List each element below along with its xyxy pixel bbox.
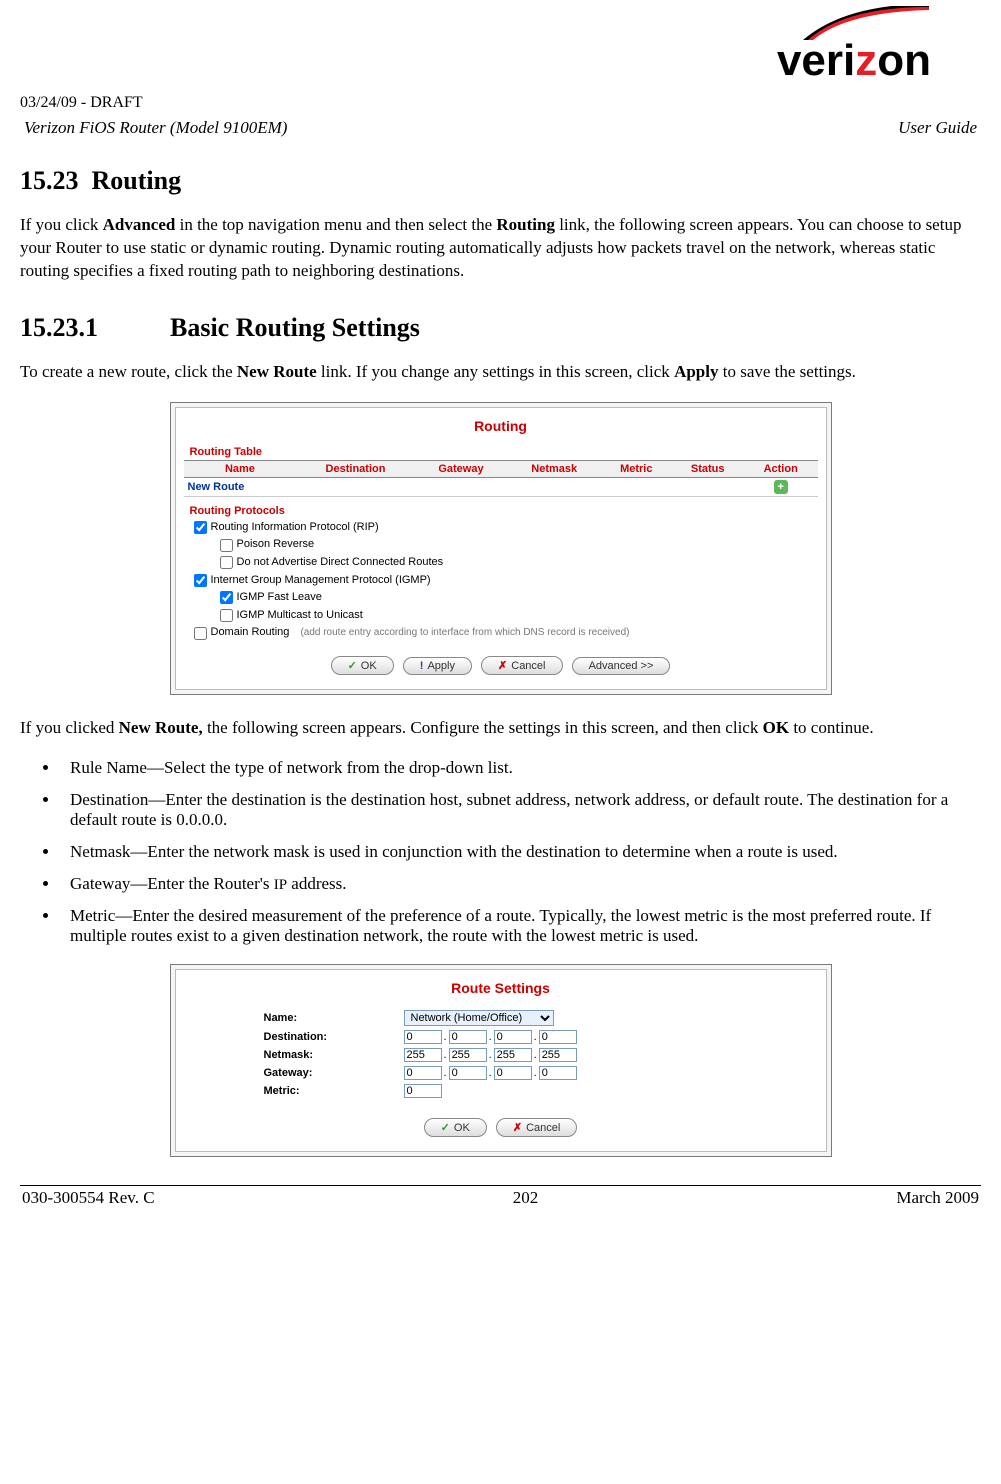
col-status: Status <box>671 460 743 477</box>
ok-button[interactable]: ✓OK <box>331 656 394 675</box>
list-item: Gateway—Enter the Router's IP address. <box>60 874 981 894</box>
domain-routing-checkbox[interactable] <box>194 627 207 640</box>
verizon-swish-icon <box>801 6 931 42</box>
route-settings-screenshot: Route Settings Name: Network (Home/Offic… <box>170 964 832 1157</box>
netmask-octet-4[interactable] <box>539 1048 577 1062</box>
destination-octet-1[interactable] <box>404 1030 442 1044</box>
destination-octet-4[interactable] <box>539 1030 577 1044</box>
cancel-button[interactable]: ✗Cancel <box>481 656 562 675</box>
gateway-octet-1[interactable] <box>404 1066 442 1080</box>
apply-button[interactable]: !Apply <box>403 657 472 675</box>
netmask-label: Netmask: <box>264 1049 404 1061</box>
col-gateway: Gateway <box>415 460 508 477</box>
new-route-link[interactable]: New Route <box>188 481 245 493</box>
table-row: New Route + <box>184 477 818 496</box>
gateway-octet-4[interactable] <box>539 1066 577 1080</box>
ok-button[interactable]: ✓OK <box>424 1118 487 1137</box>
subsection-heading: 15.23.1Basic Routing Settings <box>20 313 981 343</box>
rip-checkbox[interactable] <box>194 521 207 534</box>
routing-table-heading: Routing Table <box>190 446 818 458</box>
rip-label: Routing Information Protocol (RIP) <box>211 519 379 537</box>
fastleave-label: IGMP Fast Leave <box>237 589 322 607</box>
igmp-mc2uc-checkbox[interactable] <box>220 609 233 622</box>
section-intro: If you click Advanced in the top navigat… <box>20 214 981 283</box>
section-heading: 15.23 Routing <box>20 166 981 196</box>
add-icon[interactable]: + <box>774 480 788 494</box>
col-netmask: Netmask <box>507 460 601 477</box>
col-metric: Metric <box>601 460 671 477</box>
destination-octet-3[interactable] <box>494 1030 532 1044</box>
footer-divider <box>20 1185 981 1186</box>
draft-line: 03/24/09 - DRAFT <box>20 94 981 112</box>
doc-type: User Guide <box>898 118 977 138</box>
list-item: Netmask—Enter the network mask is used i… <box>60 842 981 862</box>
name-label: Name: <box>264 1012 404 1024</box>
destination-octet-2[interactable] <box>449 1030 487 1044</box>
mc2uc-label: IGMP Multicast to Unicast <box>237 607 363 625</box>
poison-reverse-checkbox[interactable] <box>220 539 233 552</box>
footer-left: 030-300554 Rev. C <box>22 1188 155 1208</box>
igmp-label: Internet Group Management Protocol (IGMP… <box>211 572 431 590</box>
netmask-octet-2[interactable] <box>449 1048 487 1062</box>
list-item: Metric—Enter the desired measurement of … <box>60 906 981 946</box>
footer-right: March 2009 <box>896 1188 979 1208</box>
gateway-octet-3[interactable] <box>494 1066 532 1080</box>
dnac-checkbox[interactable] <box>220 556 233 569</box>
destination-label: Destination: <box>264 1031 404 1043</box>
field-descriptions-list: Rule Name—Select the type of network fro… <box>60 758 981 946</box>
col-destination: Destination <box>296 460 414 477</box>
domain-hint: (add route entry according to interface … <box>300 625 629 641</box>
cancel-button[interactable]: ✗Cancel <box>496 1118 577 1137</box>
gateway-label: Gateway: <box>264 1067 404 1079</box>
routing-table: Name Destination Gateway Netmask Metric … <box>184 460 818 497</box>
poison-label: Poison Reverse <box>237 536 315 554</box>
igmp-checkbox[interactable] <box>194 574 207 587</box>
netmask-octet-3[interactable] <box>494 1048 532 1062</box>
fig1-title: Routing <box>184 414 818 442</box>
domain-label: Domain Routing <box>211 624 290 642</box>
metric-label: Metric: <box>264 1085 404 1097</box>
routing-screenshot: Routing Routing Table Name Destination G… <box>170 402 832 695</box>
table-header-row: Name Destination Gateway Netmask Metric … <box>184 460 818 477</box>
subsection-intro: To create a new route, click the New Rou… <box>20 361 981 384</box>
verizon-logo: verizon <box>777 6 931 86</box>
metric-input[interactable] <box>404 1084 442 1098</box>
list-item: Rule Name—Select the type of network fro… <box>60 758 981 778</box>
col-action: Action <box>744 460 818 477</box>
after-fig1-text: If you clicked New Route, the following … <box>20 717 981 740</box>
list-item: Destination—Enter the destination is the… <box>60 790 981 830</box>
dnac-label: Do not Advertise Direct Connected Routes <box>237 554 444 572</box>
routing-protocols-heading: Routing Protocols <box>190 505 818 517</box>
netmask-octet-1[interactable] <box>404 1048 442 1062</box>
footer-page-number: 202 <box>513 1188 539 1208</box>
gateway-octet-2[interactable] <box>449 1066 487 1080</box>
name-select[interactable]: Network (Home/Office) <box>404 1010 554 1026</box>
advanced-button[interactable]: Advanced >> <box>572 657 671 675</box>
col-name: Name <box>184 460 297 477</box>
igmp-fastleave-checkbox[interactable] <box>220 591 233 604</box>
fig2-title: Route Settings <box>184 976 818 1004</box>
product-title: Verizon FiOS Router (Model 9100EM) <box>24 118 287 138</box>
